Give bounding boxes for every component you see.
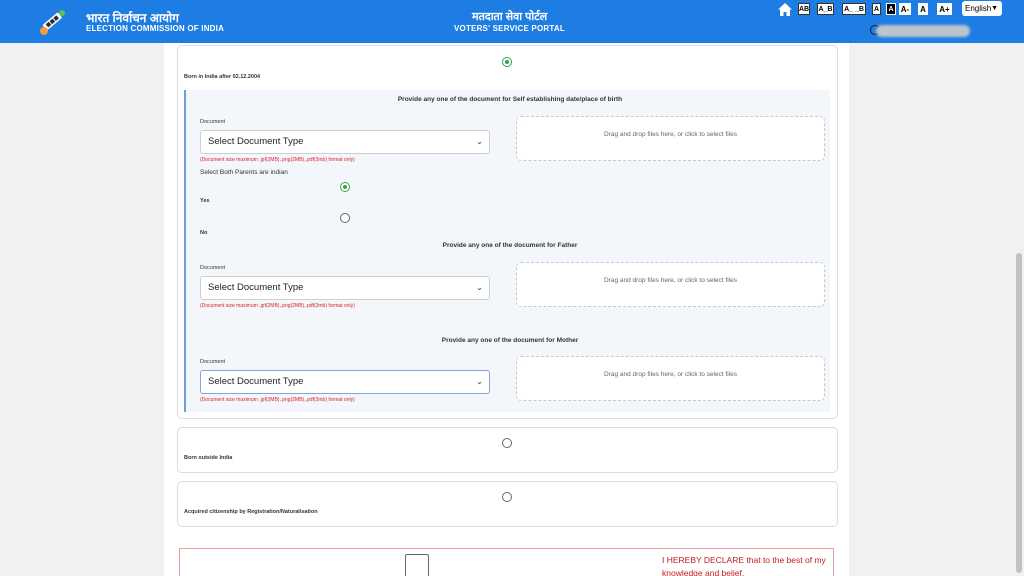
acc-wide-spacing-button[interactable]: A_B (817, 3, 834, 15)
font-decrease-button[interactable]: A- (899, 3, 911, 15)
mother-doc-label: Document (200, 359, 226, 365)
parents-no-radio[interactable] (340, 213, 350, 223)
father-doc-select[interactable]: Select Document Type ⌄ (200, 276, 490, 300)
parents-yes-label: Yes (200, 198, 210, 204)
mother-doc-heading: Provide any one of the document for Moth… (441, 337, 579, 344)
acc-normal-spacing-button[interactable]: AB (798, 3, 810, 15)
parents-yes-radio[interactable] (340, 182, 350, 192)
org-name-english: ELECTION COMMISSION OF INDIA (86, 24, 225, 33)
self-doc-heading: Provide any one of the document for Self… (397, 96, 623, 103)
redacted-user-name (876, 25, 970, 37)
father-doc-select-value: Select Document Type (208, 282, 304, 293)
father-doc-heading: Provide any one of the document for Fath… (442, 242, 578, 249)
father-doc-label: Document (200, 265, 226, 271)
home-icon[interactable] (777, 2, 793, 17)
born-outside-card (177, 427, 838, 473)
portal-name-hindi: मतदाता सेवा पोर्टल (472, 11, 548, 23)
born-in-india-radio[interactable] (502, 57, 512, 67)
font-increase-button[interactable]: A+ (937, 3, 952, 15)
eci-logo (40, 10, 65, 35)
father-doc-dropzone[interactable]: Drag and drop files here, or click to se… (516, 262, 825, 307)
portal-name-english: VOTERS' SERVICE PORTAL (454, 24, 565, 33)
acc-light-theme-button[interactable]: A (872, 3, 881, 15)
top-header: भारत निर्वाचन आयोग ELECTION COMMISSION O… (0, 0, 1024, 43)
font-normal-button[interactable]: A (918, 3, 928, 15)
mother-doc-hint: (Document size maximum .jpf(2MB),.png(2M… (200, 397, 355, 403)
acquired-citizenship-radio[interactable] (502, 492, 512, 502)
language-label: English (965, 4, 992, 13)
parents-indian-question: Select Both Parents are indian (200, 169, 288, 176)
chevron-down-icon: ⌄ (476, 137, 483, 146)
self-doc-label: Document (200, 119, 226, 125)
self-doc-select[interactable]: Select Document Type ⌄ (200, 130, 490, 154)
declaration-text: I HEREBY DECLARE that to the best of my … (662, 555, 826, 576)
self-doc-hint: (Document size maximum .jpf(2MB),.png(2M… (200, 157, 355, 163)
father-doc-hint: (Document size maximum .jpf(2MB),.png(2M… (200, 303, 355, 309)
page-scrollbar[interactable] (1014, 43, 1024, 576)
acc-dark-theme-button[interactable]: A (886, 3, 896, 15)
born-outside-label: Born outside India (184, 455, 233, 461)
chevron-down-icon: ⌄ (476, 377, 483, 386)
scrollbar-thumb[interactable] (1016, 253, 1022, 573)
chevron-down-icon: ▼ (991, 5, 998, 12)
mother-doc-dropzone[interactable]: Drag and drop files here, or click to se… (516, 356, 825, 401)
self-doc-select-value: Select Document Type (208, 136, 304, 147)
mother-doc-select-value: Select Document Type (208, 376, 304, 387)
acquired-citizenship-label: Acquired citizenship by Registration/Nat… (184, 509, 318, 515)
chevron-down-icon: ⌄ (476, 283, 483, 292)
mother-doc-select[interactable]: Select Document Type ⌄ (200, 370, 490, 394)
declaration-checkbox[interactable] (405, 554, 429, 576)
born-outside-radio[interactable] (502, 438, 512, 448)
language-select[interactable]: English ▼ (962, 1, 1002, 16)
acquired-citizenship-card (177, 481, 838, 527)
acc-wider-spacing-button[interactable]: A_ _B (842, 3, 866, 15)
born-in-india-label: Born in India after 02.12.2004 (184, 74, 261, 80)
parents-no-label: No (200, 230, 208, 236)
self-doc-dropzone[interactable]: Drag and drop files here, or click to se… (516, 116, 825, 161)
user-account (870, 25, 970, 37)
